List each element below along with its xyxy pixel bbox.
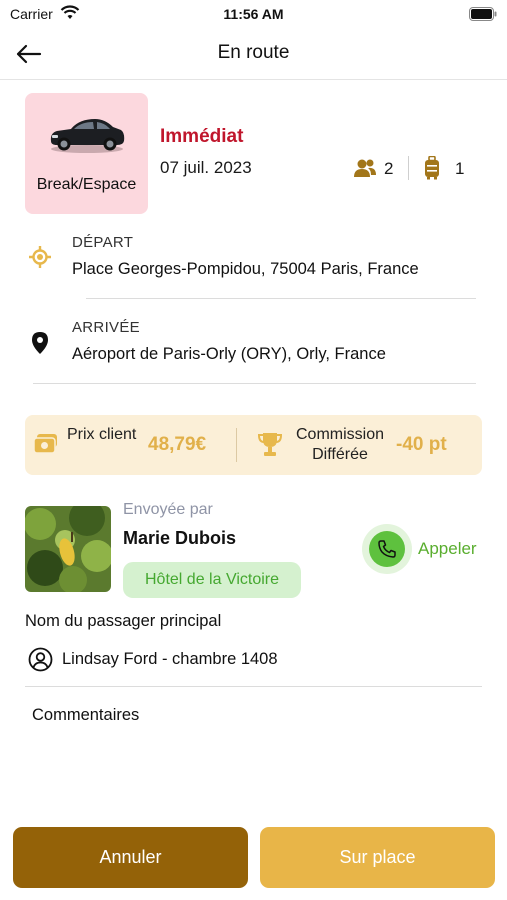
commission-label: Commission Différée bbox=[295, 426, 384, 463]
passengers-count: 2 bbox=[384, 159, 394, 178]
vehicle-card: Break/Espace bbox=[25, 93, 148, 214]
ride-type: Immédiat bbox=[160, 126, 244, 147]
on-site-button[interactable]: Sur place bbox=[260, 827, 495, 888]
call-button[interactable]: Appeler bbox=[362, 524, 492, 574]
arrival-address: Aéroport de Paris-Orly (ORY), Orly, Fran… bbox=[72, 345, 386, 363]
pricing-box: Prix client 48,79€ Commission Différée -… bbox=[25, 415, 482, 475]
client-price-label: Prix client bbox=[67, 426, 137, 443]
client-price-value: 48,79€ bbox=[148, 434, 207, 455]
luggage-count: 1 bbox=[455, 159, 465, 178]
cash-icon bbox=[33, 434, 57, 454]
luggage-icon bbox=[425, 156, 439, 180]
clock: 11:56 AM bbox=[223, 6, 284, 22]
navigation-bar: En route bbox=[0, 28, 507, 80]
departure-address: Place Georges-Pompidou, 75004 Paris, Fra… bbox=[72, 260, 419, 278]
arrival-label: ARRIVÉE bbox=[72, 319, 140, 336]
status-bar: Carrier 11:56 AM bbox=[0, 0, 507, 28]
car-image bbox=[50, 119, 125, 153]
map-pin-icon bbox=[32, 332, 48, 354]
passenger-name: Lindsay Ford - chambre 1408 bbox=[62, 650, 278, 668]
pricing-divider bbox=[236, 428, 237, 462]
call-label: Appeler bbox=[418, 539, 477, 558]
battery-icon bbox=[469, 7, 497, 21]
phone-icon bbox=[378, 540, 396, 558]
trophy-icon bbox=[258, 433, 282, 456]
sender-photo bbox=[25, 506, 111, 592]
hotel-badge: Hôtel de la Victoire bbox=[123, 562, 301, 598]
cancel-button[interactable]: Annuler bbox=[13, 827, 248, 888]
commission-value: -40 pt bbox=[396, 434, 447, 455]
comments-label: Commentaires bbox=[32, 706, 140, 724]
route-divider bbox=[33, 383, 476, 384]
departure-label: DÉPART bbox=[72, 234, 134, 251]
sender-name: Marie Dubois bbox=[123, 528, 237, 548]
location-target-icon bbox=[29, 246, 51, 268]
sent-by-label: Envoyée par bbox=[123, 501, 213, 518]
call-button-halo bbox=[362, 524, 412, 574]
counts-divider bbox=[408, 156, 409, 180]
main-passenger-label: Nom du passager principal bbox=[25, 612, 222, 630]
person-circle-icon bbox=[28, 647, 53, 672]
ride-date: 07 juil. 2023 bbox=[160, 158, 252, 177]
section-divider bbox=[25, 686, 482, 687]
vehicle-type-label: Break/Espace bbox=[36, 176, 137, 193]
call-button-circle bbox=[369, 531, 405, 567]
passengers-icon bbox=[354, 159, 376, 177]
page-title: En route bbox=[217, 42, 290, 63]
route-divider bbox=[86, 298, 476, 299]
